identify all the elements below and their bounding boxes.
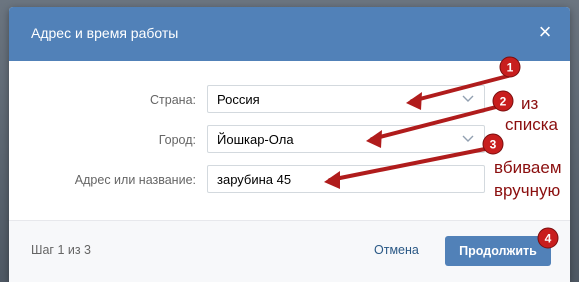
continue-button[interactable]: Продолжить [445, 236, 551, 266]
address-label: Адрес или название: [74, 173, 196, 187]
dialog-title: Адрес и время работы [31, 25, 179, 41]
address-row: Адрес или название: [9, 165, 570, 195]
address-input[interactable] [208, 166, 484, 192]
city-select[interactable]: Йошкар-Ола [207, 125, 485, 153]
chevron-down-icon [462, 95, 474, 102]
city-row: Город: Йошкар-Ола [9, 125, 570, 155]
country-select[interactable]: Россия [207, 85, 485, 113]
dialog-header: Адрес и время работы × [9, 7, 570, 61]
address-dialog: Адрес и время работы × Страна: Россия Го… [9, 7, 570, 282]
chevron-down-icon [462, 135, 474, 142]
dialog-footer: Шаг 1 из 3 Отмена Продолжить [9, 220, 570, 282]
address-field[interactable] [207, 165, 485, 193]
country-value: Россия [217, 92, 260, 107]
annotation-note-from-list-1: из [521, 94, 539, 113]
annotation-note-manual-2: вручную [494, 181, 561, 200]
annotation-note-from-list-2: списка [505, 115, 558, 134]
city-label: Город: [158, 133, 196, 147]
cancel-button[interactable]: Отмена [374, 243, 419, 257]
city-value: Йошкар-Ола [217, 132, 294, 147]
country-row: Страна: Россия [9, 85, 570, 115]
step-indicator: Шаг 1 из 3 [31, 243, 92, 257]
annotation-note-manual-1: вбиваем [494, 158, 562, 177]
close-icon[interactable]: × [534, 21, 556, 43]
country-label: Страна: [150, 93, 196, 107]
